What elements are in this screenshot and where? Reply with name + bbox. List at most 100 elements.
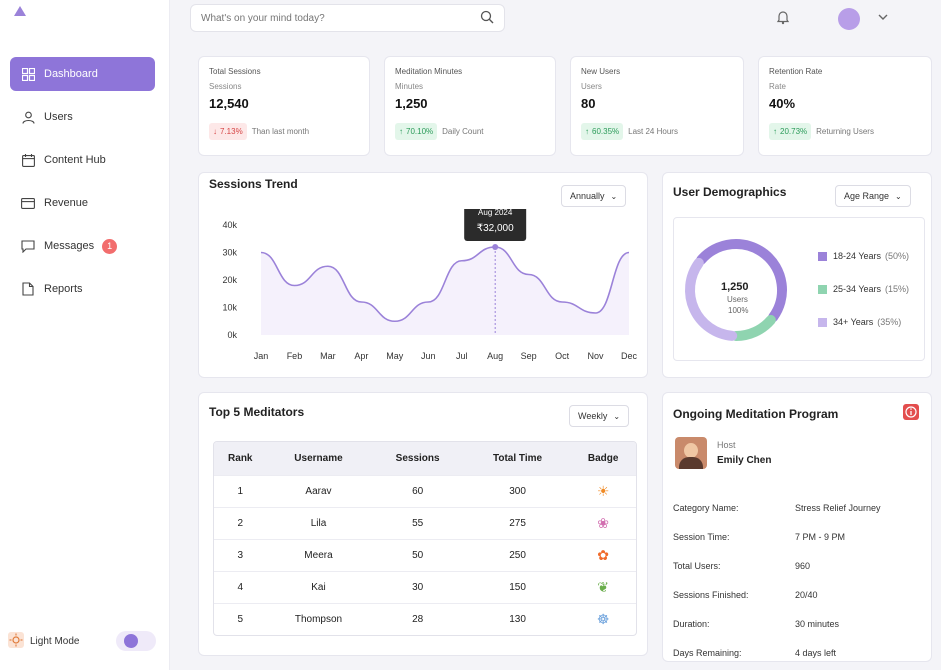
user-icon [20,109,36,125]
sparkline-chart: 0k 10k 20k 30k 40k Jan Feb Mar Apr May Jun Jul Aug Se… [222,209,637,361]
x-tick-label: Mar [320,351,336,361]
table-cell: 3 [214,538,267,571]
notification-icon[interactable] [775,9,791,25]
program-field-row: Total Users: 960 [673,545,918,574]
table-row[interactable]: 5 Thompson 28 130 ☸ [214,602,636,635]
legend-label: 34+ Years [833,317,874,327]
theme-toggle[interactable] [116,631,156,651]
legend-label: 25-34 Years [833,284,882,294]
legend-pct: (50%) [885,251,910,261]
sidebar-footer: Light Mode [8,628,158,654]
chevron-down-icon[interactable] [875,9,891,25]
stat-value: 40% [769,96,796,111]
document-icon [20,281,36,297]
doughnut-panel: 1,250 Users 100% 18-24 Years (50%) 25-34 Y… [673,217,925,361]
stat-caption: Returning Users [816,127,874,136]
x-tick-label: Jun [421,351,436,361]
program-field-row: Duration: 30 minutes [673,603,918,632]
light-mode-label: Light Mode [30,635,80,647]
weekly-select[interactable]: Weekly ⌄ [569,405,630,427]
change-badge: ↑ 20.73% [769,123,812,140]
host-name: Emily Chen [717,455,772,466]
change-badge: ↑ 70.10% [395,123,438,140]
table-header-row: Rank Username Sessions Total Time Badge [214,442,636,475]
select-value: Weekly [578,411,608,421]
change-value: 70.10% [406,127,434,136]
change-badge: ↓ 7.13% [209,123,247,140]
tooltip-label: Aug 2024 [478,209,513,217]
table-cell: 2 [214,506,267,539]
field-value: 4 days left [795,648,837,658]
chevron-down-icon: ⌄ [895,191,902,201]
stat-title: Total Sessions [209,67,261,76]
table-cell: 300 [464,474,571,507]
table-cell: Aarav [266,474,371,507]
card-icon [20,195,36,211]
arrow-down-icon: ↓ [213,127,217,136]
stat-card-sessions: Total Sessions Sessions 12,540 ↓ 7.13% Th… [198,56,370,156]
stat-card-new-users: New Users Users 80 ↑ 60.35% Last 24 Hours [570,56,744,156]
column-header: Rank [214,442,267,475]
sidebar-item-label: Content Hub [44,154,106,166]
sidebar-item-label: Reports [44,283,83,295]
stat-caption: Daily Count [442,127,484,136]
table-cell: 250 [464,538,571,571]
table-row[interactable]: 3 Meera 50 250 ✿ [214,538,636,571]
doughnut-slice [730,315,776,342]
table-cell: 30 [370,570,465,603]
host-label: Host [717,440,736,450]
avatar[interactable] [838,8,860,30]
field-label: Duration: [673,619,710,629]
period-select[interactable]: Annually ⌄ [561,185,627,207]
table-cell: 50 [370,538,465,571]
chart-tooltip: Aug 2024 ₹32,000 [464,209,527,241]
sidebar: Dashboard Users Content Hub Revenue Mess… [0,0,170,670]
table-row[interactable]: 2 Lila 55 275 ❀ [214,506,636,539]
select-value: Annually [570,191,605,201]
stat-title: New Users [581,67,621,76]
sidebar-item-users[interactable]: Users [10,100,155,134]
x-tick-label: Feb [287,351,303,361]
table-row[interactable]: 1 Aarav 60 300 ☀ [214,474,636,507]
field-value: 7 PM - 9 PM [795,532,846,542]
calendar-icon [20,152,36,168]
x-tick-label: Nov [588,351,605,361]
column-header: Badge [570,442,636,475]
change-value: 7.13% [220,127,243,136]
table-cell: 5 [214,602,267,635]
card-title: User Demographics [673,185,787,199]
x-tick-label: Jan [254,351,269,361]
info-icon[interactable] [903,404,919,423]
x-tick-label: Apr [354,351,368,361]
top-meditators-card: Top 5 Meditators Weekly ⌄ Rank Username Ses… [198,392,648,656]
table-row[interactable]: 4 Kai 30 150 ❦ [214,570,636,603]
sidebar-item-dashboard[interactable]: Dashboard [10,57,155,91]
sidebar-item-label: Messages [44,240,95,252]
badge-icon: ✿ [570,538,636,571]
age-range-select[interactable]: Age Range ⌄ [835,185,911,207]
sidebar-item-reports[interactable]: Reports [10,272,155,306]
search-input[interactable] [201,12,480,24]
y-tick-label: 20k [222,275,237,285]
sidebar-item-revenue[interactable]: Revenue [10,186,155,220]
y-tick-label: 0k [227,330,237,340]
table-cell: Kai [266,570,371,603]
chevron-down-icon: ⌄ [613,411,621,421]
legend-pct: (35%) [877,317,902,327]
table-cell: 4 [214,570,267,603]
host-avatar [675,437,707,469]
sidebar-item-content-hub[interactable]: Content Hub [10,143,155,177]
field-label: Sessions Finished: [673,590,749,600]
grid-icon [20,66,36,82]
search-bar[interactable] [190,4,505,32]
search-icon[interactable] [480,10,494,27]
chevron-down-icon: ⌄ [610,191,618,201]
sidebar-item-messages[interactable]: Messages 1 [10,229,155,263]
x-tick-label: May [386,351,404,361]
select-value: Age Range [844,191,890,201]
stat-title: Meditation Minutes [395,67,463,76]
doughnut-legend: 18-24 Years (50%) 25-34 Years (15%) 34+ Year… [818,248,909,347]
badge-icon: ☀ [570,474,636,507]
column-header: Sessions [370,442,465,475]
stat-value: 1,250 [395,96,428,111]
